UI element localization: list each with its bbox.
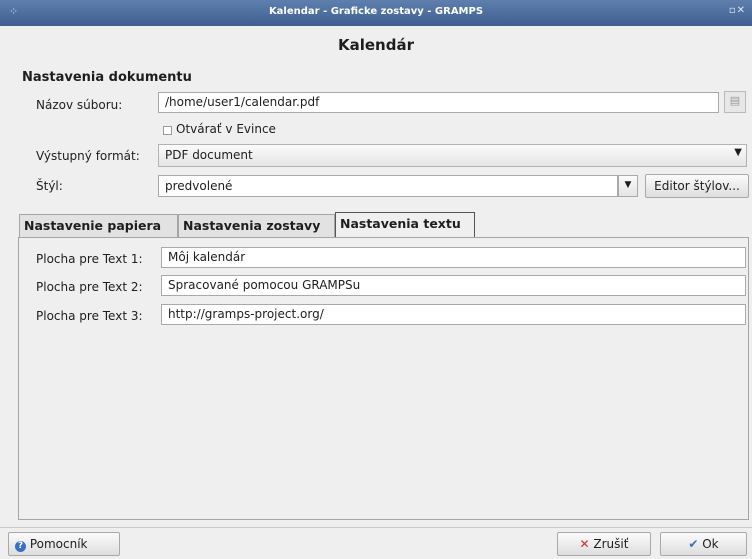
- open-viewer-checkbox[interactable]: [163, 126, 172, 135]
- help-icon: ?: [15, 541, 26, 552]
- open-viewer-label[interactable]: Otvárať v Evince: [176, 122, 276, 136]
- output-format-value: PDF document: [165, 148, 253, 162]
- style-input[interactable]: predvolené: [158, 175, 618, 197]
- browse-file-button[interactable]: ▤: [724, 91, 746, 113]
- style-dropdown-button[interactable]: ▼: [618, 175, 638, 197]
- window-title: Kalendar - Graficke zostavy - GRAMPS: [268, 6, 484, 17]
- folder-icon: ▤: [729, 94, 741, 107]
- window-titlebar: ⁘ Kalendar - Graficke zostavy - GRAMPS ▫…: [0, 0, 752, 26]
- button-bar-separator: [0, 527, 752, 528]
- dropdown-arrow-icon: ▼: [734, 147, 742, 158]
- window-controls[interactable]: ▫✕: [729, 5, 746, 16]
- ok-button[interactable]: ✔ Ok: [660, 532, 747, 556]
- ok-button-label: Ok: [702, 537, 719, 551]
- text-area-1-label: Plocha pre Text 1:: [36, 252, 143, 266]
- help-button-label: Pomocník: [29, 537, 88, 551]
- cancel-button[interactable]: ✕ Zrušiť: [557, 532, 651, 556]
- tab-paper-settings[interactable]: Nastavenie papiera: [19, 214, 178, 238]
- text-area-3-input[interactable]: http://gramps-project.org/: [161, 304, 746, 325]
- text-area-2-label: Plocha pre Text 2:: [36, 280, 143, 294]
- output-format-select[interactable]: PDF document ▼: [158, 144, 747, 167]
- document-settings-title: Nastavenia dokumentu: [22, 70, 192, 85]
- ok-icon: ✔: [688, 537, 699, 551]
- help-button[interactable]: ? Pomocník: [8, 532, 120, 556]
- text-area-2-input[interactable]: Spracované pomocou GRAMPSu: [161, 275, 746, 296]
- style-label: Štýl:: [36, 179, 63, 193]
- close-icon[interactable]: ✕: [737, 5, 746, 16]
- text-area-1-input[interactable]: Môj kalendár: [161, 247, 746, 268]
- style-editor-button[interactable]: Editor štýlov...: [645, 174, 749, 198]
- dropdown-arrow-icon: ▼: [624, 180, 632, 190]
- text-area-3-label: Plocha pre Text 3:: [36, 309, 143, 323]
- tab-text-settings[interactable]: Nastavenia textu: [335, 212, 475, 238]
- dialog-heading: Kalendár: [338, 36, 414, 54]
- filename-input[interactable]: /home/user1/calendar.pdf: [158, 92, 719, 113]
- filename-label: Názov súboru:: [36, 98, 123, 112]
- maximize-icon[interactable]: ▫: [729, 5, 737, 16]
- tab-report-settings[interactable]: Nastavenia zostavy: [178, 214, 335, 238]
- output-format-label: Výstupný formát:: [36, 149, 140, 163]
- cancel-icon: ✕: [579, 537, 590, 551]
- cancel-button-label: Zrušiť: [593, 537, 629, 551]
